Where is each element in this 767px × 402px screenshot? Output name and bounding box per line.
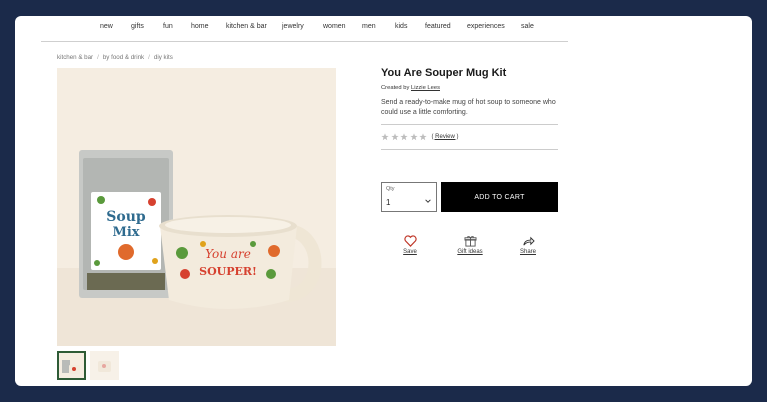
star-icon	[419, 132, 427, 140]
reviews-link[interactable]: ( Review )	[432, 134, 459, 140]
nav-home[interactable]: home	[191, 23, 209, 30]
divider-top	[381, 124, 558, 125]
divider-bottom	[381, 149, 558, 150]
quantity-select[interactable]: Qty 1	[381, 182, 437, 212]
nav-jewelry[interactable]: jewelry	[282, 23, 304, 30]
nav-kids[interactable]: kids	[395, 23, 407, 30]
quantity-value: 1	[386, 198, 391, 207]
mug-text-line2: SOUPER!	[199, 265, 257, 278]
nav-divider	[41, 41, 568, 42]
rating-row[interactable]: ( Review )	[381, 132, 459, 141]
nav-experiences[interactable]: experiences	[467, 23, 505, 30]
save-action[interactable]: Save	[390, 235, 430, 255]
mug: You are SOUPER!	[159, 215, 322, 309]
creator-prefix: Created by	[381, 85, 410, 91]
packet-title-line1: Soup	[106, 209, 146, 225]
nav-women[interactable]: women	[323, 23, 346, 30]
nav-gifts[interactable]: gifts	[131, 23, 144, 30]
top-nav: new gifts fun home kitchen & bar jewelry…	[15, 16, 752, 42]
browser-frame: new gifts fun home kitchen & bar jewelry…	[15, 16, 752, 386]
save-label: Save	[403, 249, 417, 255]
breadcrumb-by-food-drink[interactable]: by food & drink	[103, 54, 144, 61]
gift-ideas-action[interactable]: Gift ideas	[450, 235, 490, 255]
nav-kitchen-bar[interactable]: kitchen & bar	[226, 23, 267, 30]
breadcrumb: kitchen & bar / by food & drink / diy kits	[57, 54, 173, 61]
thumbnail-1-image	[59, 353, 84, 378]
nav-sale[interactable]: sale	[521, 23, 534, 30]
nav-new[interactable]: new	[100, 23, 113, 30]
chevron-down-icon	[425, 199, 431, 203]
nav-featured[interactable]: featured	[425, 23, 451, 30]
nav-fun[interactable]: fun	[163, 23, 173, 30]
thumbnail-1[interactable]	[57, 351, 86, 380]
product-description: Send a ready-to-make mug of hot soup to …	[381, 99, 556, 116]
share-icon	[522, 236, 535, 246]
soup-packet: Soup Mix	[79, 150, 173, 298]
thumbnail-2[interactable]	[90, 351, 119, 380]
nav-men[interactable]: men	[362, 23, 376, 30]
heart-icon	[403, 235, 417, 247]
gift-icon	[464, 235, 476, 247]
star-icon	[409, 132, 418, 140]
share-action[interactable]: Share	[508, 235, 548, 255]
star-icon	[400, 132, 408, 140]
gift-ideas-label: Gift ideas	[457, 249, 483, 255]
star-icon	[381, 132, 389, 140]
thumbnail-2-image	[90, 351, 119, 380]
product-creator: Created by Lizzie Lees	[381, 85, 440, 91]
product-photo: Soup Mix You are SOUPER!	[57, 68, 336, 346]
creator-link[interactable]: Lizzie Lees	[411, 85, 440, 91]
add-to-cart-button[interactable]: ADD TO CART	[441, 182, 558, 212]
packet-title-line2: Mix	[112, 225, 139, 240]
quantity-label: Qty	[386, 186, 395, 192]
breadcrumb-diy-kits[interactable]: diy kits	[154, 54, 173, 61]
breadcrumb-kitchen-bar[interactable]: kitchen & bar	[57, 54, 93, 61]
share-label: Share	[519, 249, 536, 255]
product-title: You Are Souper Mug Kit	[381, 67, 507, 79]
mug-text-line1: You are	[205, 247, 251, 261]
star-icon	[390, 132, 399, 140]
product-main-image[interactable]: Soup Mix You are SOUPER!	[57, 68, 336, 346]
